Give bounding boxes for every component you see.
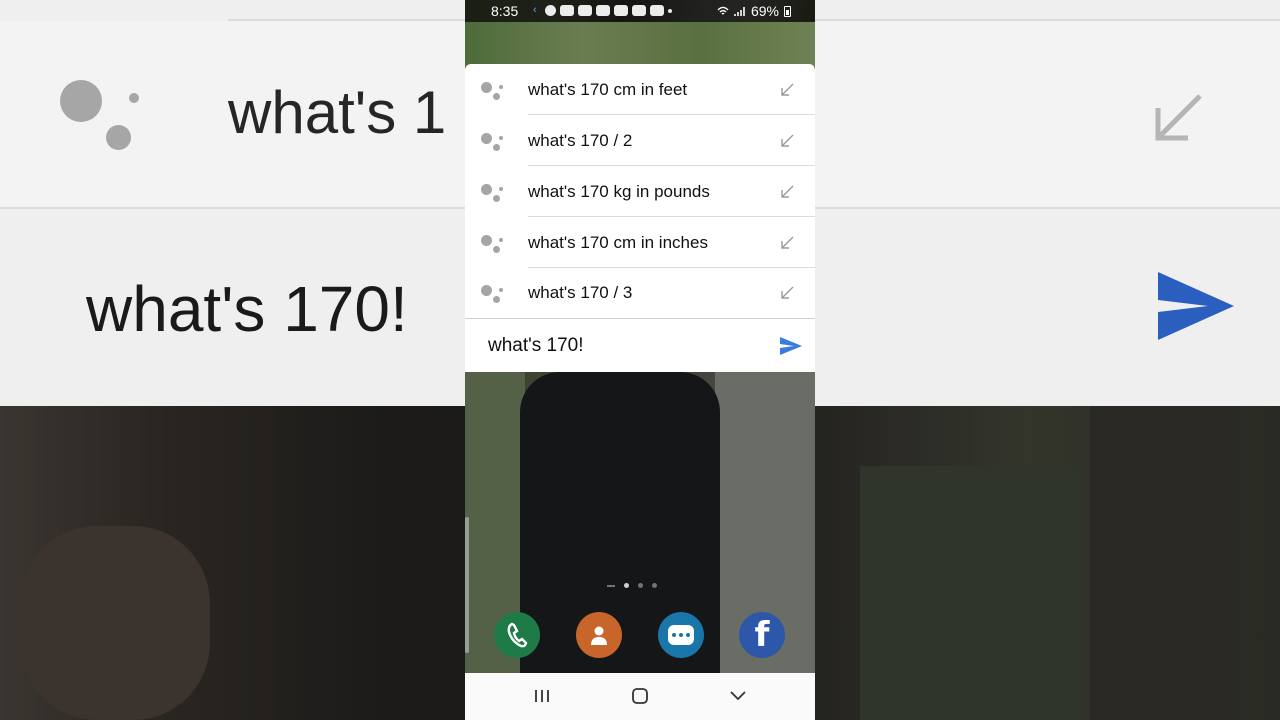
contacts-icon[interactable] (576, 612, 622, 658)
suggestion-text: what's 170 / 3 (528, 283, 633, 302)
youtube-icon (596, 5, 610, 16)
google-assistant-icon (481, 183, 505, 205)
system-status: 69% (717, 3, 791, 19)
suggestion-item[interactable]: what's 170 / 2 (465, 115, 815, 166)
notification-icons: ‹ (533, 5, 672, 16)
suggestion-item[interactable]: what's 170 cm in feet (465, 64, 815, 115)
background-assistant-icon (60, 78, 140, 153)
google-assistant-icon (481, 132, 505, 154)
fill-query-arrow-icon[interactable] (779, 82, 795, 98)
google-assistant-icon (481, 234, 505, 256)
more-notifications-icon (668, 9, 672, 13)
suggestion-text: what's 170 / 2 (528, 131, 633, 150)
back-notification-icon: ‹ (533, 4, 537, 16)
back-chevron-icon[interactable] (727, 686, 749, 706)
background-fill-arrow-icon (1155, 94, 1202, 141)
fill-query-arrow-icon[interactable] (779, 285, 795, 301)
youtube-icon (632, 5, 646, 16)
page-indicator (607, 583, 657, 588)
suggestion-text: what's 170 cm in feet (528, 80, 688, 99)
facebook-icon[interactable]: f (739, 612, 785, 658)
google-assistant-icon (481, 284, 505, 306)
home-icon[interactable] (629, 686, 651, 706)
phone-icon[interactable] (494, 612, 540, 658)
fill-query-arrow-icon[interactable] (779, 184, 795, 200)
wifi-icon (717, 6, 729, 14)
fill-query-arrow-icon[interactable] (779, 235, 795, 251)
status-time: 8:35 (491, 3, 519, 19)
assistant-suggestion-panel: what's 170 cm in feet what's 170 / 2 wha… (465, 64, 815, 372)
send-icon[interactable] (779, 336, 803, 356)
suggestion-text: what's 170 kg in pounds (528, 182, 710, 201)
background-send-icon (1158, 272, 1234, 340)
navigation-bar (465, 673, 815, 720)
messages-icon[interactable] (658, 612, 704, 658)
signal-icon (734, 6, 745, 16)
youtube-icon (560, 5, 574, 16)
status-bar: 8:35 ‹ 69% (465, 0, 815, 22)
suggestion-text: what's 170 cm in inches (528, 233, 708, 252)
suggestion-item[interactable]: what's 170 kg in pounds (465, 166, 815, 217)
youtube-icon (578, 5, 592, 16)
messenger-icon (545, 5, 556, 16)
fill-query-arrow-icon[interactable] (779, 133, 795, 149)
edge-panel-handle[interactable] (465, 517, 469, 653)
youtube-icon (614, 5, 628, 16)
assistant-query-input[interactable] (488, 335, 768, 357)
assistant-input-row (465, 319, 815, 372)
recent-apps-icon[interactable] (531, 686, 553, 706)
wish-icon (650, 5, 664, 16)
battery-icon (784, 5, 791, 17)
background-input-text: what's 170! (86, 273, 408, 345)
phone-screen: 8:35 ‹ 69% what's 170 cm in feet what's … (465, 0, 815, 720)
suggestion-item[interactable]: what's 170 cm in inches (465, 217, 815, 268)
google-assistant-icon (481, 81, 505, 103)
suggestion-item[interactable]: what's 170 / 3 (465, 267, 815, 318)
background-suggestion-text: what's 1 (228, 79, 447, 146)
battery-percent: 69% (750, 3, 779, 19)
